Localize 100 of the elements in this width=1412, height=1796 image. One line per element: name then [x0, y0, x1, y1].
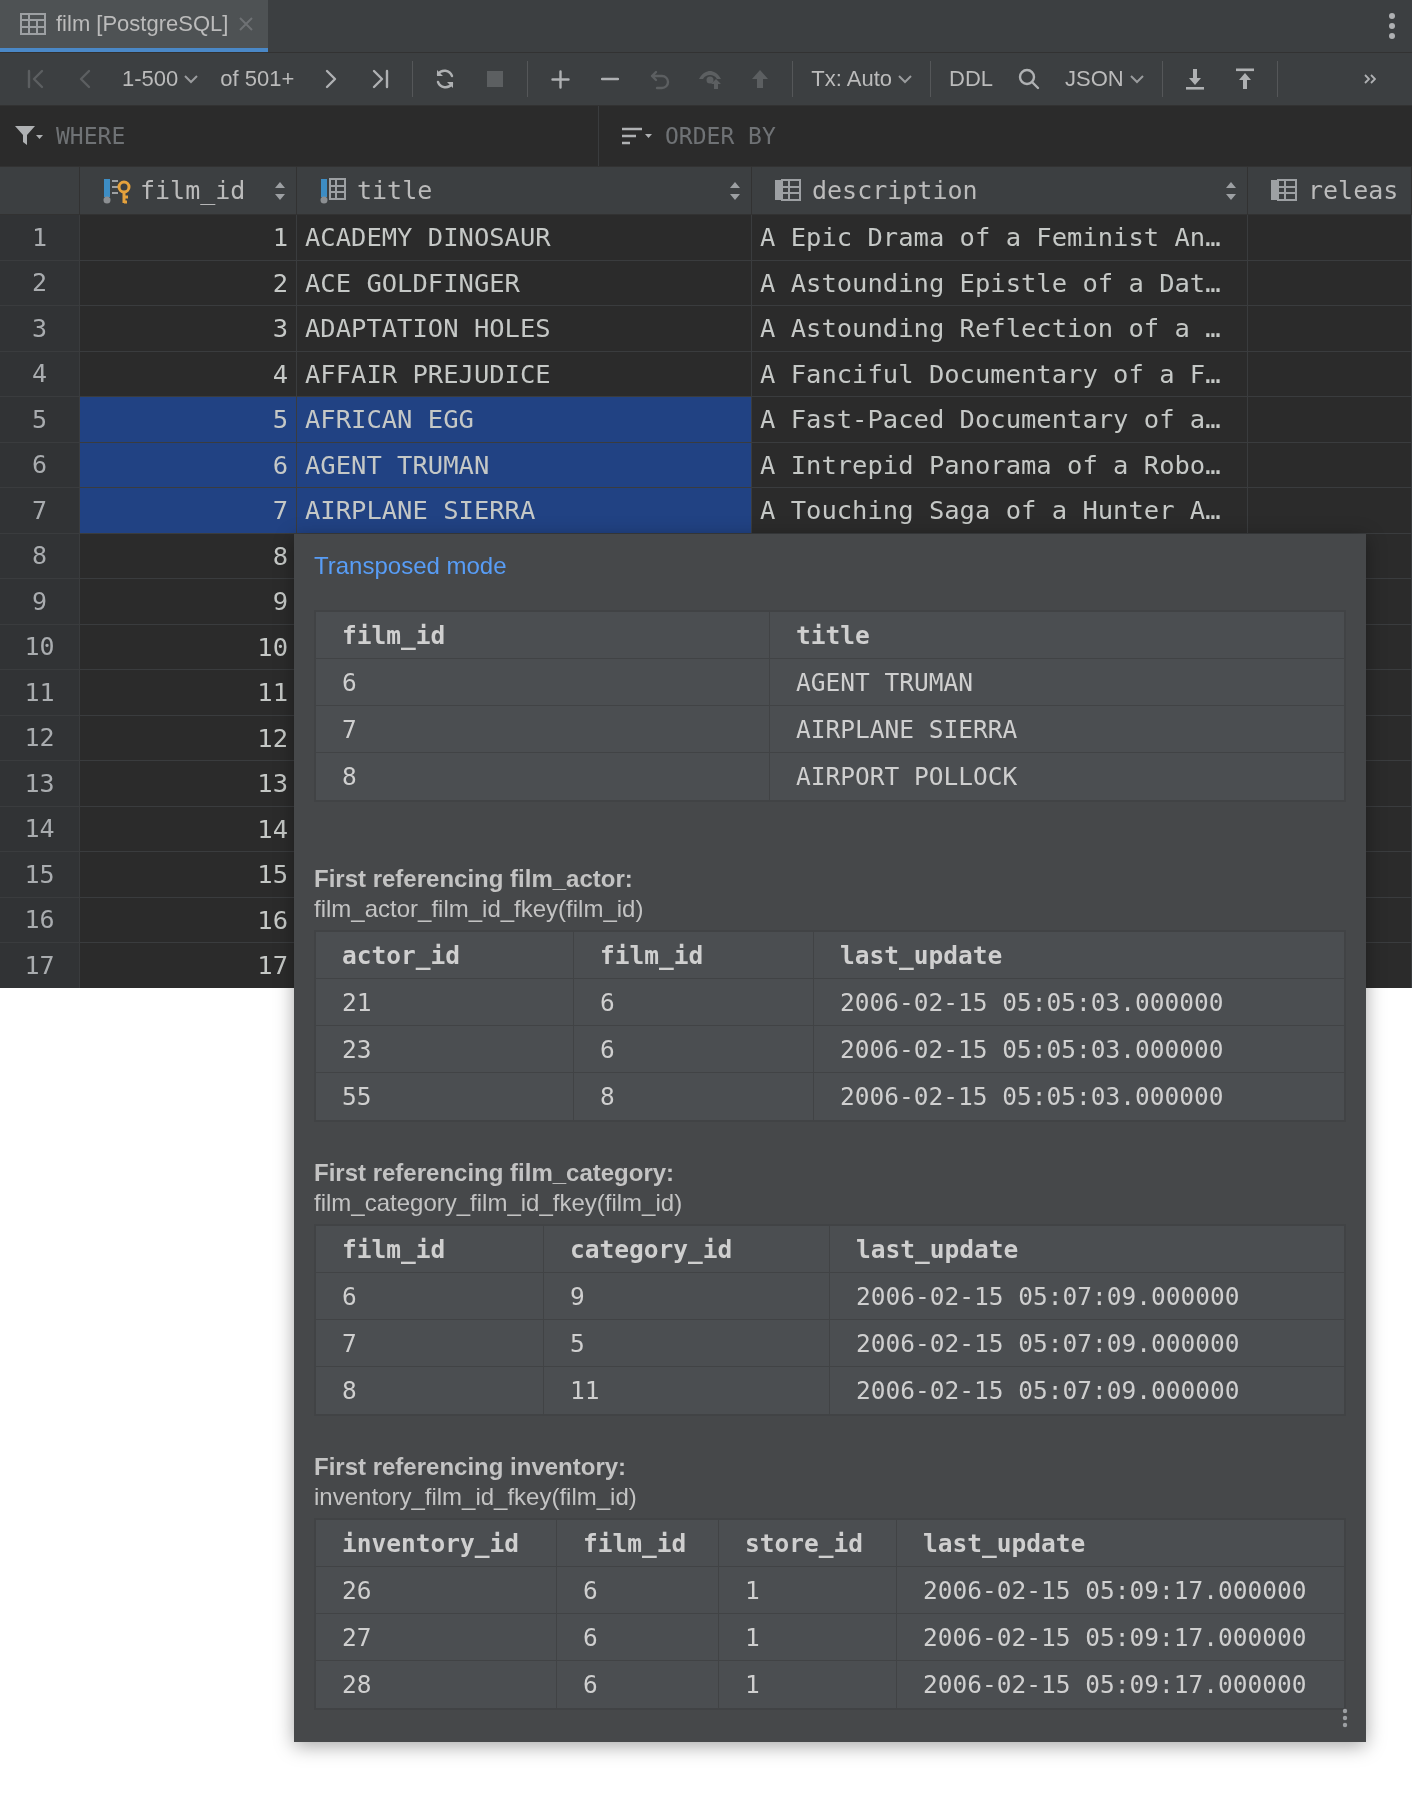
table-cell: 6 [557, 1661, 719, 1708]
row-number: 5 [0, 397, 80, 443]
chevron-icon [1129, 74, 1144, 84]
sort-icon [621, 125, 653, 147]
constraint-name: film_actor_film_id_fkey(film_id) [314, 894, 645, 924]
table-cell: 26 [316, 1567, 557, 1614]
table-cell: ADAPTATION HOLES [297, 306, 752, 352]
table-cell: A Intrepid Panorama of a Robo… [752, 442, 1248, 488]
column-header: film_id [316, 612, 770, 659]
toolbar-label: of 501+ [219, 66, 296, 92]
table-cell-text: 2006-02-15 05:09:17.000000 [922, 1669, 1308, 1701]
column-header[interactable]: title [297, 167, 752, 215]
table-cell: 8 [316, 753, 770, 800]
column-header[interactable]: film_id [80, 167, 297, 215]
table-cell: 27 [316, 1614, 557, 1661]
column-header: store_id [719, 1520, 897, 1567]
constraint-name: inventory_film_id_fkey(film_id) [314, 1482, 638, 1512]
sort-field[interactable]: ORDER BY [663, 122, 1067, 150]
row-number: 12 [0, 715, 80, 761]
filter-field[interactable]: WHERE [54, 122, 458, 150]
section-heading: First referencing inventory: [314, 1452, 628, 1482]
constraint-name: film_category_film_id_fkey(film_id) [314, 1188, 684, 1218]
more-options-icon[interactable] [1388, 13, 1396, 39]
dropdown[interactable]: Tx: Auto [807, 66, 916, 92]
table-cell: AFRICAN EGG [297, 397, 752, 443]
column-header[interactable]: description [752, 167, 1248, 215]
table-cell: 6 [316, 659, 770, 706]
table-cell: 1 [719, 1567, 897, 1614]
column-header: last_update [830, 1226, 1344, 1273]
table-cell: 28 [316, 1661, 557, 1708]
column-icon [774, 177, 804, 204]
column-header[interactable]: releas [1248, 167, 1412, 215]
sort-arrows-icon[interactable] [729, 180, 741, 201]
add-icon [550, 69, 570, 89]
table-cell: 9 [544, 1273, 830, 1320]
table-cell: AGENT TRUMAN [770, 659, 1344, 706]
table-cell: 55 [316, 1073, 574, 1120]
remove-icon [601, 77, 620, 81]
table-cell-text: 2006-02-15 05:05:03.000000 [839, 1081, 1225, 1113]
filter-icon [14, 124, 44, 148]
column-header: title [770, 612, 1344, 659]
table-cell-text: AIRPORT POLLOCK [795, 761, 1019, 793]
table-cell: 2 [80, 260, 297, 306]
column-header: category_id [544, 1226, 830, 1273]
table-cell: 7 [80, 488, 297, 534]
table-cell: A Touching Saga of a Hunter A… [752, 488, 1248, 534]
transposed-mode-link[interactable]: Transposed mode [314, 552, 507, 580]
table-cell: 23 [316, 1026, 574, 1073]
table-cell: ACE GOLDFINGER [297, 260, 752, 306]
table-cell: 1 [719, 1661, 897, 1708]
chevron-icon [898, 74, 912, 84]
row-number: 9 [0, 579, 80, 625]
table-cell: AIRPLANE SIERRA [770, 706, 1344, 753]
table-cell: 2006-02-15 05:07:09.000000 [830, 1320, 1344, 1367]
table-cell: A Astounding Reflection of a … [752, 306, 1248, 352]
table-cell: A Fast-Paced Documentary of a… [752, 397, 1248, 443]
column-header: actor_id [316, 932, 574, 979]
table-cell: 5 [544, 1320, 830, 1367]
column-header: last_update [897, 1520, 1344, 1567]
table-cell: A Astounding Epistle of a Dat… [752, 260, 1248, 306]
table-cell: 5 [80, 397, 297, 443]
table-icon [20, 13, 46, 35]
section-heading: First referencing film_category: [314, 1158, 676, 1188]
table-cell: 21 [316, 979, 574, 1026]
dropdown[interactable]: 1-500 [118, 66, 203, 92]
more-options-icon[interactable] [1342, 1708, 1348, 1728]
table-cell: AGENT TRUMAN [297, 442, 752, 488]
row-number: 17 [0, 943, 80, 988]
table-cell: ACADEMY DINOSAUR [297, 215, 752, 261]
table-cell: 8 [574, 1073, 814, 1120]
editor-tab[interactable]: film [PostgreSQL] [0, 0, 269, 52]
row-number: 7 [0, 488, 80, 534]
search-icon [1017, 67, 1042, 91]
table-cell: A Fanciful Documentary of a F… [752, 351, 1248, 397]
column-icon [1270, 177, 1300, 204]
row-number: 13 [0, 761, 80, 807]
row-number: 8 [0, 533, 80, 579]
column-header: inventory_id [316, 1520, 557, 1567]
table-cell: 7 [316, 1320, 544, 1367]
table-cell: AIRPLANE SIERRA [297, 488, 752, 534]
row-number: 1 [0, 215, 80, 261]
sort-arrows-icon[interactable] [1225, 180, 1237, 201]
dropdown[interactable]: JSON [1061, 66, 1148, 92]
table-cell-text: 2006-02-15 05:07:09.000000 [855, 1375, 1241, 1407]
double-chevron-icon [1364, 74, 1376, 84]
table-cell: 3 [80, 306, 297, 352]
table-cell: 2006-02-15 05:05:03.000000 [814, 979, 1344, 1026]
toolbar-label: DDL [948, 66, 995, 92]
column-header: film_id [574, 932, 814, 979]
column-header: film_id [557, 1520, 719, 1567]
table-cell: 1 [719, 1614, 897, 1661]
row-number: 2 [0, 260, 80, 306]
row-number: 11 [0, 670, 80, 716]
tab-label: film [PostgreSQL] [56, 11, 229, 37]
sort-arrows-icon[interactable] [274, 180, 286, 201]
table-cell: 2006-02-15 05:05:03.000000 [814, 1026, 1344, 1073]
table-cell: 1 [80, 215, 297, 261]
row-number: 4 [0, 351, 80, 397]
table-cell: 6 [557, 1614, 719, 1661]
row-number: 3 [0, 306, 80, 352]
